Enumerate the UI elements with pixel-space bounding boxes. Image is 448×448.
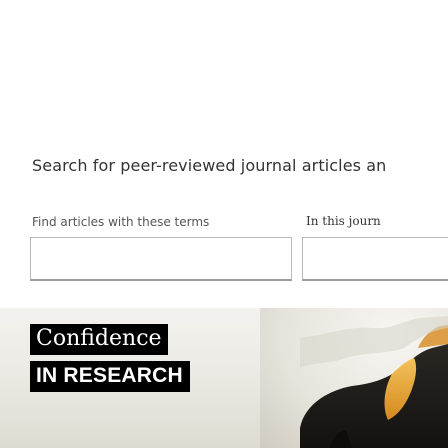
search-heading: Search for peer-reviewed journal article…: [32, 156, 387, 175]
journal-input[interactable]: [302, 237, 448, 281]
terms-label: Find articles with these terms: [32, 215, 210, 229]
banner-title: Confidence: [30, 324, 168, 355]
journal-label: In this journ: [306, 214, 381, 228]
banner-brand: Confidence IN RESEARCH: [30, 324, 190, 392]
terms-input[interactable]: [30, 237, 292, 281]
search-page: Search for peer-reviewed journal article…: [0, 0, 448, 448]
banner-subtitle: IN RESEARCH: [30, 361, 190, 392]
